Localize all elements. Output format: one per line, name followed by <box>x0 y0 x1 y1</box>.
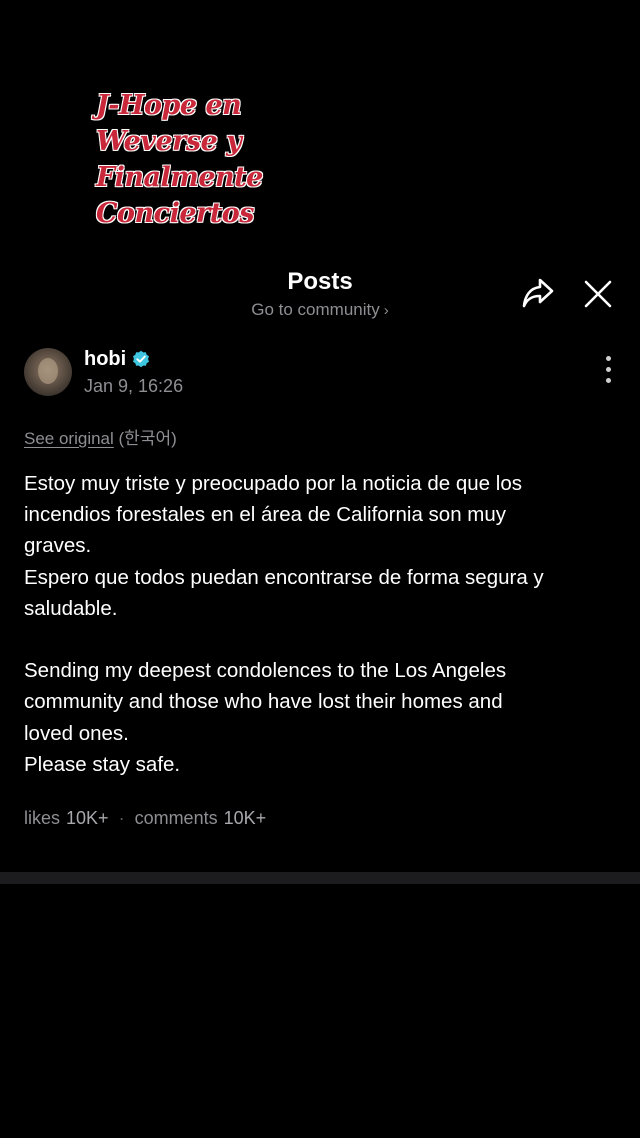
overlay-caption-line: J-Hope en <box>96 90 243 122</box>
post-timestamp: Jan 9, 16:26 <box>84 376 184 396</box>
overlay-caption-line: Weverse y <box>96 126 243 158</box>
overlay-caption-line: Conciertos <box>96 198 255 230</box>
post-body: Estoy muy triste y preocupado por la not… <box>24 472 544 776</box>
close-icon <box>584 280 612 308</box>
comments-label: comments <box>134 808 218 828</box>
close-button[interactable] <box>582 278 614 310</box>
verified-badge-icon <box>133 350 149 368</box>
see-original-row: See original (한국어) <box>24 424 177 449</box>
likes-count[interactable]: 10K+ <box>66 808 109 828</box>
comments-count[interactable]: 10K+ <box>224 808 267 828</box>
more-vertical-icon-dot <box>605 367 611 372</box>
avatar[interactable] <box>24 348 72 396</box>
share-arrow-icon <box>522 278 554 308</box>
likes-label: likes <box>24 808 61 828</box>
section-divider <box>0 872 640 884</box>
overlay-caption: J-Hope en Weverse y Finalmente Concierto… <box>96 88 296 232</box>
more-options-button[interactable] <box>600 356 616 390</box>
more-vertical-icon-dot <box>605 378 611 383</box>
share-button[interactable] <box>520 276 556 310</box>
go-to-community-label: Go to community <box>251 300 380 319</box>
stats-separator: · <box>118 808 125 828</box>
see-original-link[interactable]: See original <box>24 429 114 448</box>
author-name[interactable]: hobi <box>84 348 126 371</box>
overlay-caption-line: Finalmente <box>96 162 264 194</box>
post-stats: likes 10K+ · comments 10K+ <box>24 808 266 829</box>
post-author-row: hobi Jan 9, 16:26 <box>24 346 624 402</box>
more-vertical-icon <box>605 356 611 361</box>
original-language: (한국어) <box>118 429 177 448</box>
chevron-right-icon: › <box>383 302 389 319</box>
